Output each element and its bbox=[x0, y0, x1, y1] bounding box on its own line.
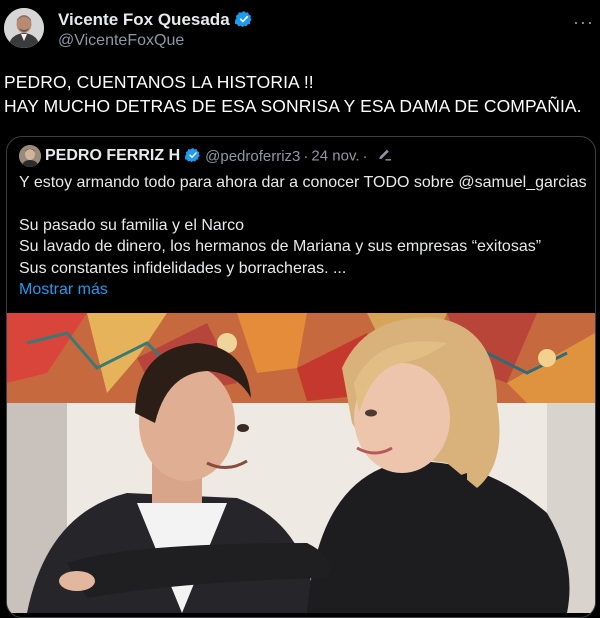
quote-author-name[interactable]: PEDRO FERRIZ H bbox=[45, 147, 180, 164]
more-options-icon[interactable]: ··· bbox=[573, 12, 594, 33]
quote-author-handle[interactable]: @pedroferriz3 bbox=[205, 148, 300, 165]
tweet-line: HAY MUCHO DETRAS DE ESA SONRISA Y ESA DA… bbox=[4, 96, 582, 116]
verified-badge-icon bbox=[185, 147, 201, 168]
quote-line: Y estoy armando todo para ahora dar a co… bbox=[19, 174, 587, 191]
quote-line bbox=[19, 194, 589, 215]
quote-text: Y estoy armando todo para ahora dar a co… bbox=[19, 172, 589, 301]
quote-separator: · bbox=[303, 147, 309, 165]
quote-line: Su pasado su familia y el Narco bbox=[19, 216, 244, 234]
tweet: Vicente Fox Quesada @VicenteFoxQue ··· P… bbox=[0, 0, 600, 618]
author-name-row[interactable]: Vicente Fox Quesada bbox=[58, 10, 253, 33]
quote-separator: · bbox=[362, 147, 368, 165]
tweet-line: PEDRO, CUENTANOS LA HISTORIA !! bbox=[4, 72, 314, 92]
author-name[interactable]: Vicente Fox Quesada bbox=[58, 10, 230, 29]
quote-line: Su lavado de dinero, los hermanos de Mar… bbox=[19, 238, 542, 255]
tweet-text: PEDRO, CUENTANOS LA HISTORIA !! HAY MUCH… bbox=[4, 70, 594, 118]
quote-photo[interactable] bbox=[7, 313, 595, 613]
verified-badge-icon bbox=[234, 10, 253, 33]
quote-header: PEDRO FERRIZ H @pedroferriz3 · 24 nov. · bbox=[19, 145, 392, 169]
quote-avatar[interactable] bbox=[19, 145, 41, 167]
edited-pencil-icon bbox=[377, 146, 392, 166]
show-more-link[interactable]: Mostrar más bbox=[19, 279, 589, 301]
quoted-tweet[interactable]: PEDRO FERRIZ H @pedroferriz3 · 24 nov. · Y e… bbox=[6, 136, 596, 618]
author-handle[interactable]: @VicenteFoxQue bbox=[58, 32, 184, 50]
quote-line: Sus constantes infidelidades y borracher… bbox=[19, 259, 347, 277]
author-avatar[interactable] bbox=[4, 8, 44, 48]
quote-date[interactable]: 24 nov. bbox=[311, 148, 359, 165]
